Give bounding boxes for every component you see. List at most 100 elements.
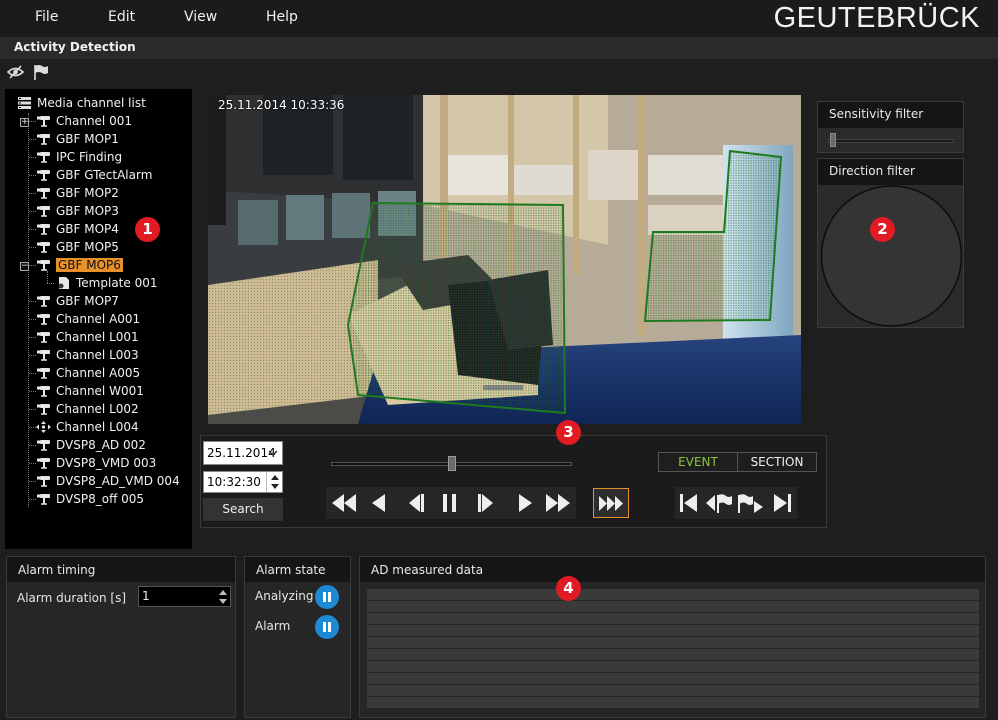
measured-data-table xyxy=(367,589,979,711)
timeline-slider-thumb[interactable] xyxy=(448,456,456,471)
camera-icon xyxy=(37,368,50,379)
tree-item[interactable]: GBF MOP5 xyxy=(36,238,119,256)
tree-item[interactable]: DVSP8_AD 002 xyxy=(36,436,146,454)
play-icon[interactable] xyxy=(518,494,532,512)
tree-item[interactable]: GBF MOP2 xyxy=(36,184,119,202)
tree-item[interactable]: Channel L001 xyxy=(36,328,139,346)
toolbar xyxy=(0,59,998,87)
tree-item[interactable]: GBF MOP1 xyxy=(36,130,119,148)
tree-item[interactable]: IPC Finding xyxy=(36,148,122,166)
section-mode-button[interactable]: SECTION xyxy=(738,453,816,471)
pause-icon[interactable] xyxy=(442,494,458,512)
flag-icon[interactable] xyxy=(33,64,49,81)
search-button[interactable]: Search xyxy=(203,498,283,521)
sensitivity-slider-thumb[interactable] xyxy=(830,133,836,147)
menu-bar: File Edit View Help GEUTEBRÜCK xyxy=(0,0,998,37)
tree-item[interactable]: DVSP8_VMD 003 xyxy=(36,454,156,472)
previous-flag-icon[interactable] xyxy=(706,493,732,513)
time-field[interactable]: 10:32:30 xyxy=(203,471,283,493)
tree-item[interactable]: GBF MOP4 xyxy=(36,220,119,238)
tree-item[interactable]: DVSP8_off 005 xyxy=(36,490,144,508)
tree-item[interactable]: DVSP8_AD_VMD 004 xyxy=(36,472,180,490)
menu-help[interactable]: Help xyxy=(266,9,298,25)
camera-icon xyxy=(37,170,50,181)
step-back-icon[interactable] xyxy=(406,494,424,512)
callout-marker-1: 1 xyxy=(135,217,160,242)
skip-last-icon[interactable] xyxy=(773,494,791,512)
collapse-gbf-mop6[interactable]: − xyxy=(20,262,29,271)
expand-channel-001[interactable]: + xyxy=(20,118,29,127)
tree-item-label: GBF MOP1 xyxy=(56,132,119,146)
tree-item[interactable]: Channel A005 xyxy=(36,364,140,382)
video-view[interactable]: 25.11.2014 10:33:36 xyxy=(208,95,801,424)
camera-icon xyxy=(37,296,50,307)
server-icon xyxy=(18,97,31,109)
menu-file[interactable]: File xyxy=(35,9,58,25)
alarm-duration-label: Alarm duration [s] xyxy=(17,591,127,605)
alarm-timing-panel: Alarm timing Alarm duration [s] 1 xyxy=(6,556,236,718)
tree-item-label: GBF GTectAlarm xyxy=(56,168,153,182)
tree-item[interactable]: Channel W001 xyxy=(36,382,144,400)
analyzing-pause-icon[interactable] xyxy=(315,585,339,609)
alarm-timing-title: Alarm timing xyxy=(18,563,96,577)
data-row xyxy=(367,601,979,612)
camera-icon xyxy=(37,152,50,163)
video-timestamp: 25.11.2014 10:33:36 xyxy=(218,98,345,112)
date-picker[interactable]: 25.11.2014 xyxy=(203,441,283,465)
fast-play-button[interactable] xyxy=(593,488,629,518)
tree-item[interactable]: Template 001 xyxy=(56,274,157,292)
data-row xyxy=(367,637,979,648)
tree-item-label: IPC Finding xyxy=(56,150,123,164)
tree-item-label: GBF MOP6 xyxy=(56,258,123,272)
callout-marker-3: 3 xyxy=(556,420,581,445)
camera-icon xyxy=(37,116,50,127)
brand-logo: GEUTEBRÜCK xyxy=(773,2,980,34)
tree-item[interactable]: Channel L004 xyxy=(36,418,139,436)
window-title: Activity Detection xyxy=(14,40,136,54)
next-flag-icon[interactable] xyxy=(737,493,763,513)
tree-item[interactable]: Channel 001 xyxy=(36,112,132,130)
media-channel-tree[interactable]: Media channel list + − Channel 001 GBF MO… xyxy=(5,89,192,549)
camera-icon xyxy=(37,224,50,235)
tree-item[interactable]: GBF MOP6 xyxy=(36,256,123,274)
menu-edit[interactable]: Edit xyxy=(108,9,135,25)
data-row xyxy=(367,589,979,600)
alarm-duration-field[interactable]: 1 xyxy=(138,586,231,607)
sensitivity-filter-panel: Sensitivity filter xyxy=(817,101,964,153)
camera-icon xyxy=(37,206,50,217)
camera-icon xyxy=(37,314,50,325)
tree-item[interactable]: Channel A001 xyxy=(36,310,140,328)
tree-root-label: Media channel list xyxy=(37,96,146,110)
tree-item-label: GBF MOP3 xyxy=(56,204,119,218)
tree-item[interactable]: Channel L003 xyxy=(36,346,139,364)
time-spinner[interactable] xyxy=(266,472,282,492)
data-row xyxy=(367,685,979,696)
spin-up-icon[interactable] xyxy=(271,475,279,480)
menu-view[interactable]: View xyxy=(184,9,217,25)
direction-dial[interactable] xyxy=(819,185,964,327)
sensitivity-slider-track[interactable] xyxy=(828,139,954,143)
fast-forward-icon[interactable] xyxy=(546,494,570,512)
tree-root[interactable]: Media channel list xyxy=(17,94,146,112)
tree-item-label: Channel L004 xyxy=(56,420,139,434)
data-row xyxy=(367,613,979,624)
event-mode-button[interactable]: EVENT xyxy=(659,453,737,471)
alarm-pause-icon[interactable] xyxy=(315,615,339,639)
spin-up-icon[interactable] xyxy=(219,590,227,595)
eye-off-icon[interactable] xyxy=(7,65,24,79)
tree-item[interactable]: Channel L002 xyxy=(36,400,139,418)
skip-first-icon[interactable] xyxy=(680,494,698,512)
tree-item[interactable]: GBF MOP7 xyxy=(36,292,119,310)
tree-item-label: Channel L003 xyxy=(56,348,139,362)
camera-icon xyxy=(37,404,50,415)
spin-down-icon[interactable] xyxy=(271,484,279,489)
tree-item-label: GBF MOP5 xyxy=(56,240,119,254)
fast-rewind-icon[interactable] xyxy=(332,494,356,512)
direction-filter-title: Direction filter xyxy=(829,164,915,178)
camera-image xyxy=(208,95,801,424)
spin-down-icon[interactable] xyxy=(219,599,227,604)
tree-item[interactable]: GBF GTectAlarm xyxy=(36,166,152,184)
tree-item[interactable]: GBF MOP3 xyxy=(36,202,119,220)
step-forward-icon[interactable] xyxy=(478,494,496,512)
play-reverse-icon[interactable] xyxy=(372,494,386,512)
